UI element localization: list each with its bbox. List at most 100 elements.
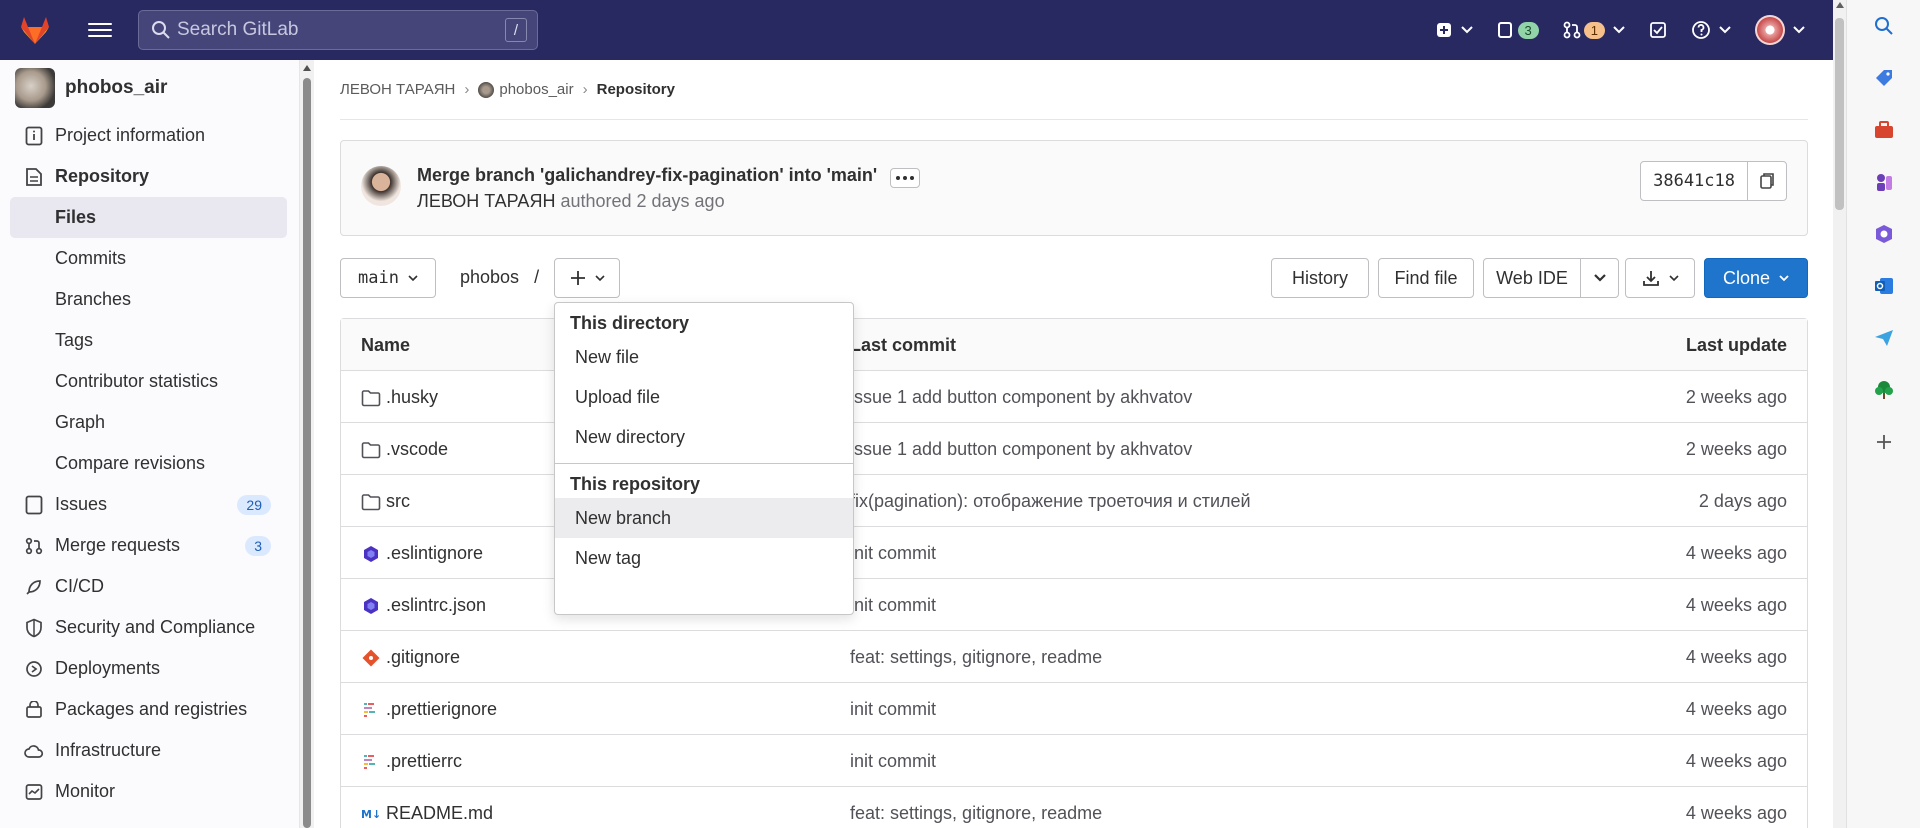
- sidebar-item-security-and-compliance[interactable]: Security and Compliance: [0, 607, 299, 648]
- breadcrumb-current[interactable]: Repository: [597, 81, 675, 98]
- sidebar-scrollbar[interactable]: [300, 60, 314, 828]
- sidebar-item-issues[interactable]: Issues 29: [0, 484, 299, 525]
- last-commit-cell[interactable]: init commit: [850, 595, 936, 616]
- edge-send-icon[interactable]: [1847, 312, 1920, 364]
- sidebar-item-graph[interactable]: Graph: [0, 402, 299, 443]
- edge-office-icon[interactable]: [1847, 208, 1920, 260]
- file-name-cell[interactable]: .prettierrc: [361, 751, 462, 772]
- edge-tree-icon[interactable]: [1847, 364, 1920, 416]
- sidebar-item-monitor[interactable]: Monitor: [0, 771, 299, 812]
- sidebar-item-label: Compare revisions: [55, 453, 206, 473]
- chevron-down-icon: [1613, 26, 1625, 34]
- web-ide-button[interactable]: Web IDE: [1483, 258, 1581, 298]
- breadcrumb-owner[interactable]: ЛЕВОН ТАРАЯН: [340, 81, 455, 98]
- sidebar-item-merge-requests[interactable]: Merge requests 3: [0, 525, 299, 566]
- todo-nav-button[interactable]: [1649, 21, 1667, 39]
- path-root-link[interactable]: phobos: [460, 267, 519, 287]
- sidebar-item-deployments[interactable]: Deployments: [0, 648, 299, 689]
- add-to-tree-dropdown: This directory New file Upload file New …: [554, 302, 854, 615]
- download-button[interactable]: [1625, 258, 1695, 298]
- branch-selector-button[interactable]: main: [340, 258, 436, 298]
- sidebar-item-project-information[interactable]: Project information: [0, 115, 299, 156]
- file-name[interactable]: README.md: [386, 803, 493, 824]
- breadcrumb-project[interactable]: phobos_air: [499, 81, 573, 98]
- sidebar-item-contributor-statistics[interactable]: Contributor statistics: [0, 361, 299, 402]
- sidebar-item-files[interactable]: Files: [10, 197, 287, 238]
- file-name-cell[interactable]: src: [361, 491, 410, 512]
- file-name[interactable]: .eslintignore: [386, 543, 483, 564]
- user-menu-button[interactable]: [1755, 15, 1805, 45]
- merge-requests-nav-button[interactable]: 1: [1563, 21, 1625, 39]
- file-name-cell[interactable]: .eslintrc.json: [361, 595, 486, 616]
- issues-nav-button[interactable]: 3: [1497, 21, 1539, 39]
- sidebar-item-repository[interactable]: Repository: [0, 156, 299, 197]
- commit-author-avatar[interactable]: [361, 166, 401, 206]
- folder-icon: [361, 440, 381, 460]
- new-branch-menu-item[interactable]: New branch: [555, 498, 853, 538]
- sidebar-item-ci-cd[interactable]: CI/CD: [0, 566, 299, 607]
- table-row[interactable]: .gitignore feat: settings, gitignore, rea…: [341, 631, 1807, 683]
- help-nav-button[interactable]: [1691, 20, 1731, 40]
- copy-sha-button[interactable]: [1748, 162, 1786, 200]
- window-scrollbar[interactable]: [1833, 0, 1846, 828]
- file-name-cell[interactable]: .vscode: [361, 439, 448, 460]
- last-commit-cell[interactable]: issue 1 add button component by akhvatov: [850, 387, 1192, 408]
- file-name-cell[interactable]: .eslintignore: [361, 543, 483, 564]
- last-commit-cell[interactable]: issue 1 add button component by akhvatov: [850, 439, 1192, 460]
- last-commit-cell[interactable]: init commit: [850, 699, 936, 720]
- edge-search-icon[interactable]: [1847, 0, 1920, 52]
- history-button[interactable]: History: [1271, 258, 1369, 298]
- commit-author[interactable]: ЛЕВОН ТАРАЯН: [417, 191, 555, 211]
- table-row[interactable]: M↓ README.md feat: settings, gitignore, re…: [341, 787, 1807, 828]
- sidebar-item-commits[interactable]: Commits: [0, 238, 299, 279]
- file-name[interactable]: .prettierignore: [386, 699, 497, 720]
- sidebar-item-compare-revisions[interactable]: Compare revisions: [0, 443, 299, 484]
- file-name-cell[interactable]: .gitignore: [361, 647, 460, 668]
- web-ide-dropdown-button[interactable]: [1580, 258, 1619, 298]
- last-commit-cell[interactable]: init commit: [850, 751, 936, 772]
- last-commit-cell[interactable]: fix(pagination): отображение троеточия и…: [850, 491, 1251, 512]
- new-directory-menu-item[interactable]: New directory: [555, 417, 853, 457]
- sidebar-item-infrastructure[interactable]: Infrastructure: [0, 730, 299, 771]
- table-row[interactable]: .prettierignore init commit 4 weeks ago: [341, 683, 1807, 735]
- edge-toolbox-icon[interactable]: [1847, 104, 1920, 156]
- sidebar-item-branches[interactable]: Branches: [0, 279, 299, 320]
- commit-sha[interactable]: 38641c18: [1641, 162, 1748, 200]
- find-file-button[interactable]: Find file: [1378, 258, 1474, 298]
- file-name-cell[interactable]: .husky: [361, 387, 438, 408]
- file-name-cell[interactable]: .prettierignore: [361, 699, 497, 720]
- edge-add-icon[interactable]: [1847, 416, 1920, 468]
- file-name[interactable]: .husky: [386, 387, 438, 408]
- sidebar-project-header[interactable]: phobos_air: [0, 60, 299, 115]
- file-name[interactable]: src: [386, 491, 410, 512]
- upload-file-menu-item[interactable]: Upload file: [555, 377, 853, 417]
- create-new-button[interactable]: [1435, 21, 1473, 39]
- file-name-cell[interactable]: M↓ README.md: [361, 803, 493, 824]
- left-sidebar: phobos_air Project information Repositor…: [0, 60, 300, 828]
- menu-icon[interactable]: [88, 18, 112, 42]
- last-commit-cell[interactable]: init commit: [850, 543, 936, 564]
- add-to-tree-button[interactable]: [554, 258, 620, 298]
- edge-tag-icon[interactable]: [1847, 52, 1920, 104]
- file-name[interactable]: .eslintrc.json: [386, 595, 486, 616]
- gitlab-logo-icon[interactable]: [16, 11, 54, 49]
- last-commit-cell[interactable]: feat: settings, gitignore, readme: [850, 647, 1102, 668]
- sidebar-item-tags[interactable]: Tags: [0, 320, 299, 361]
- commit-title[interactable]: Merge branch 'galichandrey-fix-paginatio…: [417, 165, 877, 186]
- new-tag-menu-item[interactable]: New tag: [555, 538, 853, 578]
- search-input[interactable]: Search GitLab /: [138, 10, 538, 50]
- edge-outlook-icon[interactable]: [1847, 260, 1920, 312]
- file-name[interactable]: .prettierrc: [386, 751, 462, 772]
- clone-button[interactable]: Clone: [1704, 258, 1808, 298]
- table-row[interactable]: .prettierrc init commit 4 weeks ago: [341, 735, 1807, 787]
- mr-count-badge: 3: [245, 535, 271, 556]
- edge-games-icon[interactable]: [1847, 156, 1920, 208]
- last-commit-cell[interactable]: feat: settings, gitignore, readme: [850, 803, 1102, 824]
- file-name[interactable]: .gitignore: [386, 647, 460, 668]
- column-header-last-update: Last update: [1685, 335, 1787, 355]
- commit-expand-button[interactable]: [890, 168, 920, 188]
- new-file-menu-item[interactable]: New file: [555, 337, 853, 377]
- sidebar-item-packages-and-registries[interactable]: Packages and registries: [0, 689, 299, 730]
- file-name[interactable]: .vscode: [386, 439, 448, 460]
- info-icon: [24, 126, 44, 146]
